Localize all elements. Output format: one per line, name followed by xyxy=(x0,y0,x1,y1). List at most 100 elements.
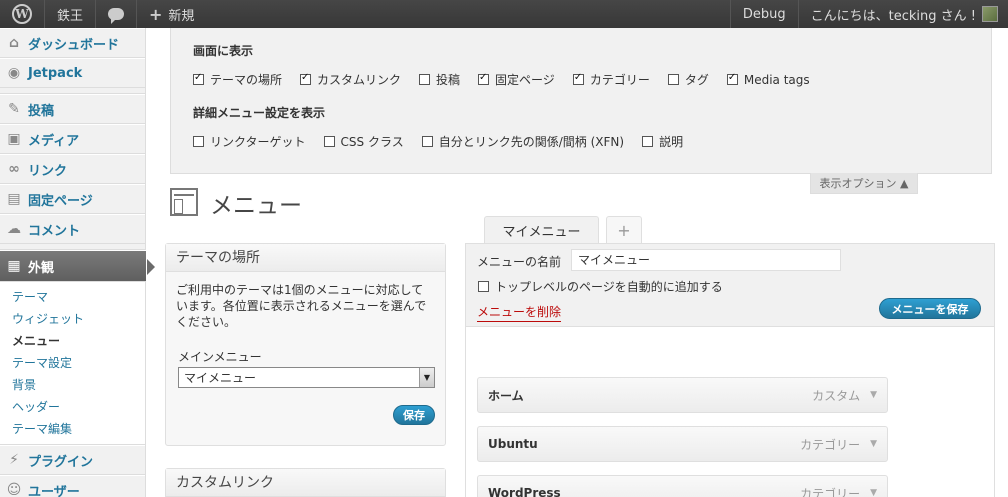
checkbox[interactable] xyxy=(667,74,679,85)
custom-links-title[interactable]: カスタムリンク xyxy=(166,469,445,497)
screen-options-panel: 画面に表示 テーマの場所 カスタムリンク 投稿 固定ページ カテゴリー タグ M… xyxy=(170,28,992,174)
option-categories[interactable]: カテゴリー xyxy=(572,71,650,88)
sidebar-item-label: Jetpack xyxy=(28,65,83,81)
checkbox[interactable] xyxy=(572,72,584,85)
checkbox[interactable] xyxy=(193,72,204,85)
users-icon: ☺ xyxy=(6,482,22,497)
page-title: メニュー xyxy=(210,193,302,219)
submenu-item-widgets[interactable]: ウィジェット xyxy=(0,308,145,330)
jetpack-icon: ◉ xyxy=(7,65,21,81)
tab-my-menu[interactable]: マイメニュー xyxy=(484,216,599,243)
option-css-classes[interactable]: CSS クラス xyxy=(323,133,404,150)
submenu-item-menus[interactable]: メニュー xyxy=(0,330,145,352)
auto-add-pages-label: トップレベルのページを自動的に追加する xyxy=(495,280,723,294)
option-label: 説明 xyxy=(659,135,684,149)
option-link-target[interactable]: リンクターゲット xyxy=(193,133,306,150)
sidebar-item-label: メディア xyxy=(28,133,80,149)
submenu-item-background[interactable]: 背景 xyxy=(0,374,145,396)
account-menu[interactable]: こんにちは、tecking さん ! xyxy=(797,0,1008,28)
primary-menu-select[interactable]: マイメニュー ▼ xyxy=(178,367,435,388)
submenu-item-themes[interactable]: テーマ xyxy=(0,286,145,308)
dropdown-arrow-icon: ▼ xyxy=(419,368,434,387)
menu-item-type: カテゴリー xyxy=(800,437,861,452)
option-xfn[interactable]: 自分とリンク先の関係/間柄 (XFN) xyxy=(421,133,625,150)
expand-arrow-icon[interactable]: ▼ xyxy=(870,390,877,400)
submenu-item-theme-editor[interactable]: テーマ編集 xyxy=(0,418,145,440)
debug-button[interactable]: Debug xyxy=(729,0,798,28)
screen-options-toggle[interactable]: 表示オプション ▲ xyxy=(810,173,918,194)
save-menu-button[interactable]: メニューを保存 xyxy=(879,298,981,319)
option-label: 自分とリンク先の関係/間柄 (XFN) xyxy=(438,135,625,149)
checkbox[interactable] xyxy=(642,136,654,147)
option-custom-links[interactable]: カスタムリンク xyxy=(300,71,401,88)
option-pages[interactable]: 固定ページ xyxy=(478,71,555,88)
auto-add-pages-option[interactable]: トップレベルのページを自動的に追加する xyxy=(478,278,723,295)
option-posts[interactable]: 投稿 xyxy=(419,71,460,88)
checkbox[interactable] xyxy=(726,72,738,85)
option-label: カスタムリンク xyxy=(317,73,402,87)
theme-locations-title[interactable]: テーマの場所 xyxy=(166,244,445,272)
checkbox[interactable] xyxy=(478,72,490,85)
home-icon: ⌂ xyxy=(8,35,20,51)
advanced-properties-title: 詳細メニュー設定を表示 xyxy=(193,106,326,120)
checkbox[interactable] xyxy=(323,136,335,147)
sidebar-item-comments[interactable]: ☁ コメント xyxy=(0,214,145,244)
option-label: リンクターゲット xyxy=(210,135,306,149)
sidebar-item-label: コメント xyxy=(28,223,81,239)
site-name-link[interactable]: 鉄王 xyxy=(45,0,97,28)
option-label: 投稿 xyxy=(436,73,461,87)
option-label: 固定ページ xyxy=(495,73,555,87)
media-icon: ▣ xyxy=(7,131,21,147)
option-theme-locations[interactable]: テーマの場所 xyxy=(193,71,282,88)
avatar xyxy=(982,6,998,22)
sidebar-item-posts[interactable]: ✎ 投稿 xyxy=(0,94,145,124)
sidebar-item-jetpack[interactable]: ◉ Jetpack xyxy=(0,58,145,88)
menu-item-ubuntu[interactable]: Ubuntu カテゴリー ▼ xyxy=(477,426,888,462)
plus-icon: + xyxy=(149,4,163,24)
new-content-button[interactable]: + 新規 xyxy=(137,0,206,28)
menu-name-input[interactable]: マイメニュー xyxy=(571,249,841,271)
option-tags[interactable]: タグ xyxy=(667,71,709,88)
menu-name-label: メニューの名前 xyxy=(477,255,562,269)
checkbox[interactable] xyxy=(421,136,433,147)
checkbox[interactable] xyxy=(419,74,431,85)
link-icon: ∞ xyxy=(8,161,20,177)
sidebar-item-label: ユーザー xyxy=(28,484,80,497)
theme-locations-box: テーマの場所 ご利用中のテーマは1個のメニューに対応しています。各位置に表示され… xyxy=(165,243,446,446)
tab-add-menu[interactable]: + xyxy=(606,216,642,243)
menu-item-type: カスタム xyxy=(812,388,861,403)
sidebar-item-media[interactable]: ▣ メディア xyxy=(0,124,145,154)
option-description[interactable]: 説明 xyxy=(642,133,683,150)
submenu-item-theme-options[interactable]: テーマ設定 xyxy=(0,352,145,374)
sidebar-item-plugins[interactable]: ⚡ プラグイン xyxy=(0,445,145,475)
option-label: テーマの場所 xyxy=(210,73,283,87)
submenu-item-header[interactable]: ヘッダー xyxy=(0,396,145,418)
primary-menu-selected-value: マイメニュー xyxy=(184,371,257,385)
comments-button[interactable] xyxy=(96,0,138,28)
sidebar-item-users[interactable]: ☺ ユーザー xyxy=(0,475,145,497)
sidebar-item-label: リンク xyxy=(28,163,68,179)
menu-item-title: Ubuntu xyxy=(488,437,538,451)
menu-item-type: カテゴリー xyxy=(800,486,861,497)
expand-arrow-icon[interactable]: ▼ xyxy=(870,488,877,497)
expand-arrow-icon[interactable]: ▼ xyxy=(870,439,877,449)
checkbox[interactable] xyxy=(478,281,489,292)
plugin-icon: ⚡ xyxy=(9,452,19,468)
menu-item-title: WordPress xyxy=(488,486,561,497)
wp-logo-button[interactable]: W xyxy=(0,0,45,28)
appearance-submenu: テーマ ウィジェット メニュー テーマ設定 背景 ヘッダー テーマ編集 xyxy=(0,282,145,445)
sidebar-item-pages[interactable]: ▤ 固定ページ xyxy=(0,184,145,214)
sidebar-item-links[interactable]: ∞ リンク xyxy=(0,154,145,184)
menu-item-home[interactable]: ホーム カスタム ▼ xyxy=(477,377,888,413)
new-content-label: 新規 xyxy=(168,8,195,24)
appearance-icon: ▦ xyxy=(7,258,21,274)
sidebar-item-appearance[interactable]: ▦ 外観 xyxy=(0,250,155,282)
sidebar-item-dashboard[interactable]: ⌂ ダッシュボード xyxy=(0,28,145,58)
option-media-tags[interactable]: Media tags xyxy=(726,72,810,87)
save-locations-button[interactable]: 保存 xyxy=(393,405,435,425)
checkbox[interactable] xyxy=(193,136,204,147)
menu-item-wordpress[interactable]: WordPress カテゴリー ▼ xyxy=(477,475,888,497)
checkbox[interactable] xyxy=(300,72,312,85)
sidebar-item-label: ダッシュボード xyxy=(28,37,120,53)
delete-menu-link[interactable]: メニューを削除 xyxy=(477,303,562,322)
